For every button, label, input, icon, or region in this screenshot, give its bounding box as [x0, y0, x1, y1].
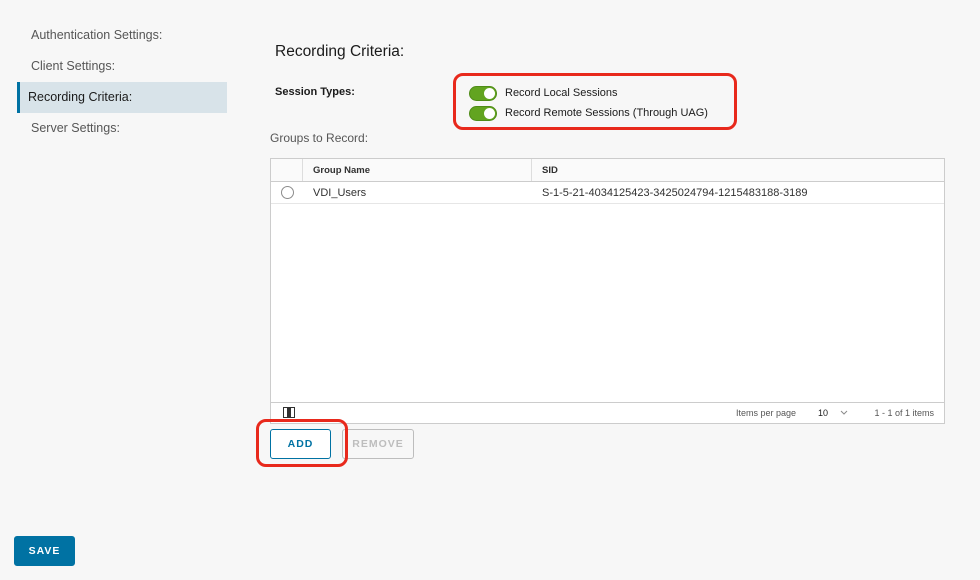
- items-per-page-label: Items per page: [736, 408, 797, 418]
- remove-button[interactable]: REMOVE: [342, 429, 414, 459]
- column-header-sid[interactable]: SID: [532, 159, 944, 182]
- row-select-cell: [271, 182, 303, 203]
- nav-item-client-settings[interactable]: Client Settings:: [17, 51, 227, 82]
- save-button[interactable]: SAVE: [14, 536, 75, 566]
- page-title: Recording Criteria:: [275, 43, 405, 60]
- group-name-cell: VDI_Users: [313, 187, 367, 199]
- record-remote-sessions-row: Record Remote Sessions (Through UAG): [469, 104, 708, 122]
- session-types-label: Session Types:: [275, 86, 355, 98]
- row-select-radio[interactable]: [280, 186, 294, 199]
- groups-datagrid: Group Name SID VDI_Users S-1-5-21-403412…: [270, 158, 945, 424]
- table-row[interactable]: VDI_Users S-1-5-21-4034125423-3425024794…: [271, 182, 944, 204]
- column-header-group-name[interactable]: Group Name: [303, 159, 532, 181]
- record-remote-sessions-toggle[interactable]: [469, 105, 497, 121]
- sid-cell: S-1-5-21-4034125423-3425024794-121548318…: [542, 186, 808, 199]
- column-toggle-icon[interactable]: [283, 407, 295, 418]
- items-per-page-select[interactable]: 10: [818, 408, 828, 418]
- settings-nav: Authentication Settings: Client Settings…: [17, 20, 227, 144]
- pagination-description: 1 - 1 of 1 items: [874, 408, 934, 418]
- record-local-sessions-toggle[interactable]: [469, 85, 497, 101]
- nav-item-server-settings[interactable]: Server Settings:: [17, 113, 227, 144]
- record-local-sessions-row: Record Local Sessions: [469, 84, 618, 102]
- select-column-header: [271, 159, 303, 181]
- chevron-down-icon[interactable]: [838, 406, 850, 418]
- record-remote-sessions-label: Record Remote Sessions (Through UAG): [505, 107, 708, 119]
- datagrid-header: Group Name SID: [271, 159, 944, 182]
- nav-item-authentication-settings[interactable]: Authentication Settings:: [17, 20, 227, 51]
- groups-to-record-label: Groups to Record:: [270, 131, 369, 145]
- datagrid-footer: Items per page 10 1 - 1 of 1 items: [271, 402, 944, 423]
- record-local-sessions-label: Record Local Sessions: [505, 87, 618, 99]
- nav-item-recording-criteria[interactable]: Recording Criteria:: [17, 82, 227, 113]
- add-button[interactable]: ADD: [270, 429, 331, 459]
